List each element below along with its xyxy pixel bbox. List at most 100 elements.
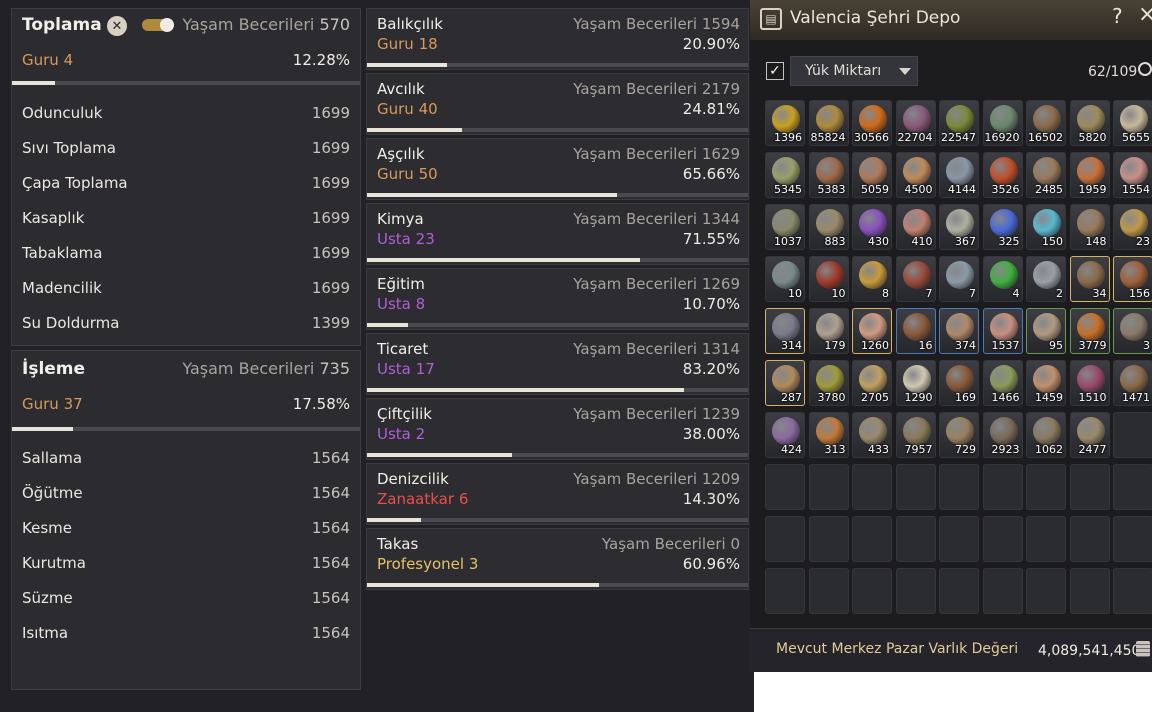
empty-slot[interactable] xyxy=(1113,516,1152,562)
filter-checkbox[interactable]: ✓ xyxy=(766,62,784,80)
empty-slot[interactable] xyxy=(765,464,805,510)
skill-card[interactable]: Eğitim Yaşam Becerileri 1269 Usta 8 10.70% xyxy=(366,268,749,330)
item-slot[interactable]: 5383 xyxy=(808,152,849,198)
skill-card[interactable]: Kimya Yaşam Becerileri 1344 Usta 23 71.55% xyxy=(366,203,749,265)
item-slot[interactable]: 169 xyxy=(939,360,979,406)
empty-slot[interactable] xyxy=(808,464,849,510)
skill-card[interactable]: Ticaret Yaşam Becerileri 1314 Usta 17 83.20… xyxy=(366,333,749,395)
item-slot[interactable]: 4500 xyxy=(895,152,936,198)
empty-slot[interactable] xyxy=(939,464,979,510)
item-slot[interactable]: 7957 xyxy=(895,412,936,458)
item-slot[interactable]: 22704 xyxy=(895,100,936,146)
empty-slot[interactable] xyxy=(852,464,892,510)
item-slot[interactable]: 10 xyxy=(765,256,805,302)
item-slot[interactable]: 1062 xyxy=(1026,412,1066,458)
item-slot[interactable]: 3779 xyxy=(1069,308,1110,354)
empty-slot[interactable] xyxy=(852,516,892,562)
item-slot[interactable]: 410 xyxy=(895,204,936,250)
item-slot[interactable]: 148 xyxy=(1069,204,1110,250)
empty-slot[interactable] xyxy=(1026,516,1066,562)
item-slot[interactable]: 325 xyxy=(982,204,1023,250)
item-slot[interactable]: 2705 xyxy=(852,360,892,406)
item-slot[interactable]: 367 xyxy=(939,204,979,250)
item-slot[interactable]: 16 xyxy=(895,308,936,354)
skill-card[interactable]: Balıkçılık Yaşam Becerileri 1594 Guru 18 20… xyxy=(366,8,749,70)
empty-slot[interactable] xyxy=(852,568,892,614)
skill-card[interactable]: Çiftçilik Yaşam Becerileri 1239 Usta 2 38.0… xyxy=(366,398,749,460)
item-slot[interactable]: 3526 xyxy=(982,152,1023,198)
item-slot[interactable]: 5655 xyxy=(1113,100,1152,146)
item-slot[interactable]: 7 xyxy=(895,256,936,302)
skill-card[interactable]: Denizcilik Yaşam Becerileri 1209 Zanaatkar… xyxy=(366,463,749,525)
item-slot[interactable]: 1396 xyxy=(765,100,805,146)
empty-slot[interactable] xyxy=(1113,412,1152,458)
item-slot[interactable]: 4144 xyxy=(939,152,979,198)
item-slot[interactable]: 1459 xyxy=(1026,360,1066,406)
empty-slot[interactable] xyxy=(895,516,936,562)
item-slot[interactable]: 883 xyxy=(808,204,849,250)
item-slot[interactable]: 1537 xyxy=(982,308,1023,354)
item-slot[interactable]: 1959 xyxy=(1069,152,1110,198)
item-slot[interactable]: 23 xyxy=(1113,204,1152,250)
empty-slot[interactable] xyxy=(1026,464,1066,510)
item-slot[interactable]: 16502 xyxy=(1026,100,1066,146)
help-button[interactable]: ? xyxy=(1112,4,1123,28)
item-slot[interactable]: 22547 xyxy=(939,100,979,146)
item-slot[interactable]: 729 xyxy=(939,412,979,458)
empty-slot[interactable] xyxy=(1113,568,1152,614)
item-slot[interactable]: 287 xyxy=(765,360,805,406)
item-slot[interactable]: 1260 xyxy=(852,308,892,354)
empty-slot[interactable] xyxy=(765,516,805,562)
item-slot[interactable]: 314 xyxy=(765,308,805,354)
close-button[interactable]: × xyxy=(1138,2,1152,27)
search-icon[interactable] xyxy=(1138,62,1152,76)
item-slot[interactable]: 2 xyxy=(1026,256,1066,302)
empty-slot[interactable] xyxy=(982,568,1023,614)
sort-dropdown[interactable]: Yük Miktarı xyxy=(790,56,918,86)
item-slot[interactable]: 2923 xyxy=(982,412,1023,458)
item-slot[interactable]: 2477 xyxy=(1069,412,1110,458)
empty-slot[interactable] xyxy=(982,516,1023,562)
item-slot[interactable]: 2485 xyxy=(1026,152,1066,198)
item-slot[interactable]: 7 xyxy=(939,256,979,302)
item-slot[interactable]: 374 xyxy=(939,308,979,354)
item-slot[interactable]: 424 xyxy=(765,412,805,458)
item-slot[interactable]: 433 xyxy=(852,412,892,458)
item-slot[interactable]: 1471 xyxy=(1113,360,1152,406)
item-slot[interactable]: 30566 xyxy=(852,100,892,146)
skill-card[interactable]: Aşçılık Yaşam Becerileri 1629 Guru 50 65.66… xyxy=(366,138,749,200)
item-slot[interactable]: 4 xyxy=(982,256,1023,302)
item-slot[interactable]: 5059 xyxy=(852,152,892,198)
item-slot[interactable]: 16920 xyxy=(982,100,1023,146)
item-slot[interactable]: 1510 xyxy=(1069,360,1110,406)
item-slot[interactable]: 1290 xyxy=(895,360,936,406)
item-slot[interactable]: 5820 xyxy=(1069,100,1110,146)
empty-slot[interactable] xyxy=(808,516,849,562)
toggle-switch[interactable] xyxy=(142,18,174,32)
item-slot[interactable]: 1466 xyxy=(982,360,1023,406)
item-slot[interactable]: 1554 xyxy=(1113,152,1152,198)
item-slot[interactable]: 1037 xyxy=(765,204,805,250)
empty-slot[interactable] xyxy=(808,568,849,614)
item-slot[interactable]: 3 xyxy=(1113,308,1152,354)
empty-slot[interactable] xyxy=(1026,568,1066,614)
item-slot[interactable]: 150 xyxy=(1026,204,1066,250)
skill-card[interactable]: Takas Yaşam Becerileri 0 Profesyonel 3 60.9… xyxy=(366,528,749,590)
empty-slot[interactable] xyxy=(1069,464,1110,510)
item-slot[interactable]: 179 xyxy=(808,308,849,354)
item-slot[interactable]: 5345 xyxy=(765,152,805,198)
item-slot[interactable]: 430 xyxy=(852,204,892,250)
empty-slot[interactable] xyxy=(1069,568,1110,614)
empty-slot[interactable] xyxy=(895,568,936,614)
empty-slot[interactable] xyxy=(939,568,979,614)
item-slot[interactable]: 10 xyxy=(808,256,849,302)
item-slot[interactable]: 8 xyxy=(852,256,892,302)
empty-slot[interactable] xyxy=(1113,464,1152,510)
item-slot[interactable]: 156 xyxy=(1113,256,1152,302)
empty-slot[interactable] xyxy=(982,464,1023,510)
empty-slot[interactable] xyxy=(939,516,979,562)
item-slot[interactable]: 313 xyxy=(808,412,849,458)
item-slot[interactable]: 95 xyxy=(1026,308,1066,354)
item-slot[interactable]: 85824 xyxy=(808,100,849,146)
item-slot[interactable]: 3780 xyxy=(808,360,849,406)
